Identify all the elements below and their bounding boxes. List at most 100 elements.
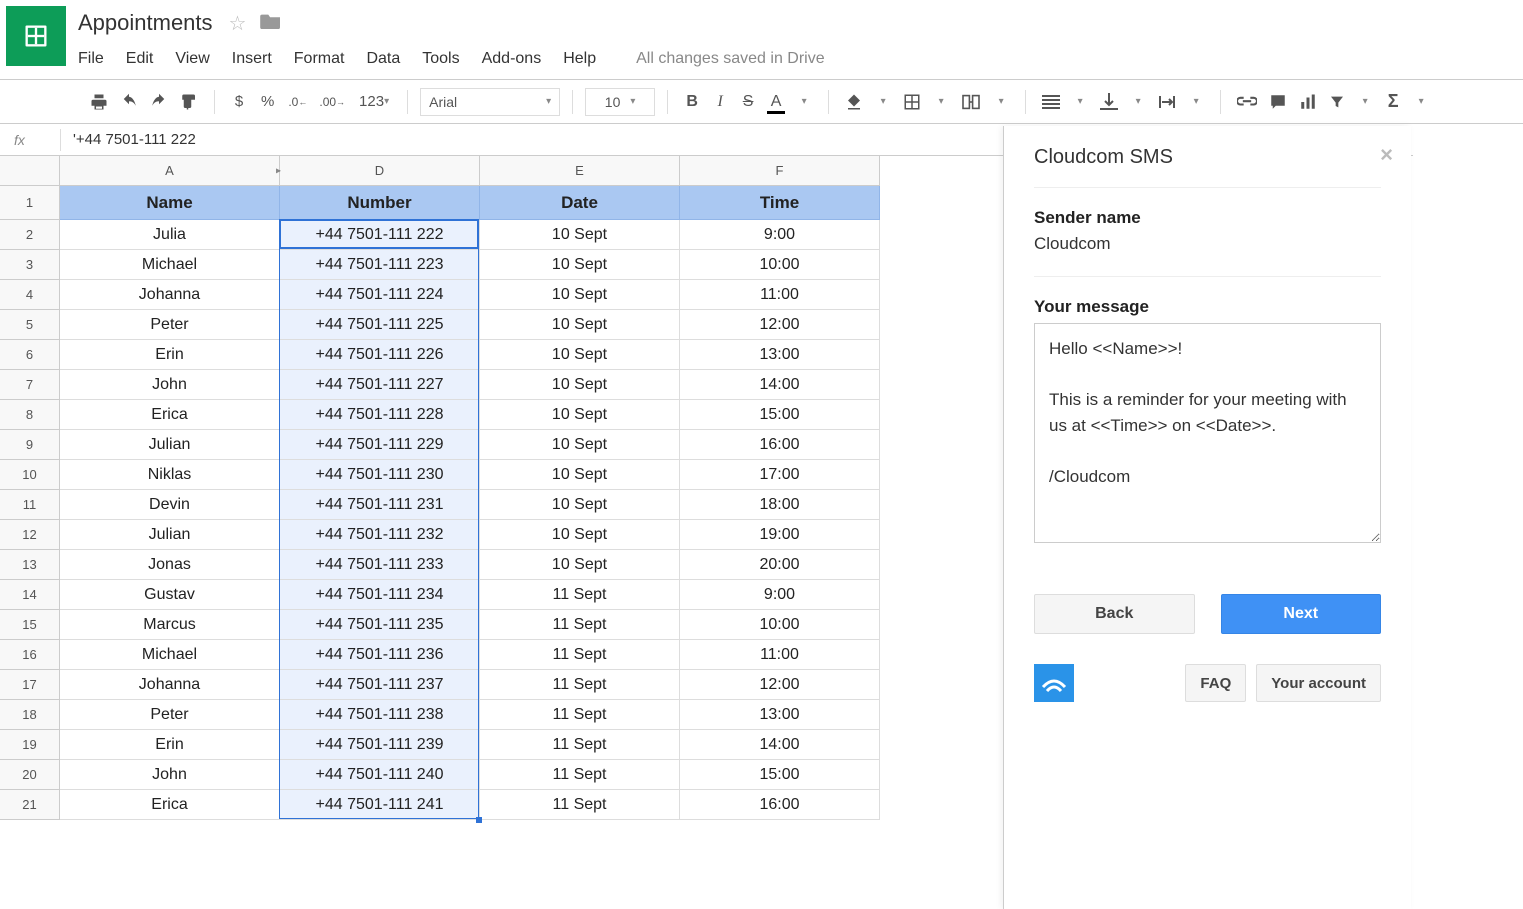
cell[interactable]: 9:00 [680, 220, 880, 250]
cell[interactable]: 15:00 [680, 760, 880, 790]
cell[interactable]: Johanna [60, 280, 280, 310]
borders-button[interactable] [899, 88, 925, 116]
vertical-align-button[interactable] [1096, 88, 1122, 116]
cell[interactable]: 11 Sept [480, 760, 680, 790]
menu-tools[interactable]: Tools [422, 50, 459, 68]
fill-color-dropdown[interactable]: ▾ [871, 88, 895, 116]
cell[interactable]: 20:00 [680, 550, 880, 580]
cell[interactable]: Julia [60, 220, 280, 250]
cell[interactable]: +44 7501-111 224 [280, 280, 480, 310]
star-icon[interactable]: ☆ [229, 11, 247, 36]
strikethrough-button[interactable]: S [736, 88, 760, 116]
cell[interactable]: 11 Sept [480, 580, 680, 610]
column-header-e[interactable]: E [480, 156, 680, 186]
menu-insert[interactable]: Insert [232, 50, 272, 68]
cell[interactable]: +44 7501-111 234 [280, 580, 480, 610]
cell[interactable]: 10 Sept [480, 550, 680, 580]
header-cell[interactable]: Date [480, 186, 680, 220]
row-header[interactable]: 16 [0, 640, 60, 670]
undo-icon[interactable] [116, 88, 142, 116]
cell[interactable]: 18:00 [680, 490, 880, 520]
functions-dropdown[interactable]: ▾ [1409, 88, 1433, 116]
format-percent-button[interactable]: % [255, 88, 280, 116]
cell[interactable]: 10 Sept [480, 340, 680, 370]
insert-link-icon[interactable] [1233, 88, 1261, 116]
column-header-d[interactable]: ▸ D [280, 156, 480, 186]
font-family-select[interactable]: Arial▾ [420, 88, 560, 116]
cell[interactable]: Niklas [60, 460, 280, 490]
row-header[interactable]: 3 [0, 250, 60, 280]
folder-icon[interactable] [260, 11, 282, 35]
cell[interactable]: +44 7501-111 230 [280, 460, 480, 490]
row-header[interactable]: 7 [0, 370, 60, 400]
row-header[interactable]: 15 [0, 610, 60, 640]
cell[interactable]: Marcus [60, 610, 280, 640]
increase-decimal-button[interactable]: .00→ [315, 88, 349, 116]
row-header[interactable]: 21 [0, 790, 60, 820]
cell[interactable]: Peter [60, 700, 280, 730]
filter-icon[interactable] [1325, 88, 1349, 116]
cell[interactable]: +44 7501-111 231 [280, 490, 480, 520]
cell[interactable]: 15:00 [680, 400, 880, 430]
cell[interactable]: 9:00 [680, 580, 880, 610]
row-header[interactable]: 14 [0, 580, 60, 610]
cell[interactable]: 11 Sept [480, 700, 680, 730]
cell[interactable]: +44 7501-111 241 [280, 790, 480, 820]
row-header[interactable]: 9 [0, 430, 60, 460]
your-account-button[interactable]: Your account [1256, 664, 1381, 702]
bold-button[interactable]: B [680, 88, 704, 116]
cell[interactable]: John [60, 370, 280, 400]
cell[interactable]: 13:00 [680, 340, 880, 370]
cell[interactable]: Julian [60, 430, 280, 460]
menu-format[interactable]: Format [294, 50, 345, 68]
cell[interactable]: +44 7501-111 237 [280, 670, 480, 700]
merge-cells-dropdown[interactable]: ▾ [989, 88, 1013, 116]
cell[interactable]: 10 Sept [480, 220, 680, 250]
vertical-align-dropdown[interactable]: ▾ [1126, 88, 1150, 116]
cell[interactable]: 19:00 [680, 520, 880, 550]
row-header[interactable]: 1 [0, 186, 60, 220]
cell[interactable]: Michael [60, 640, 280, 670]
horizontal-align-dropdown[interactable]: ▾ [1068, 88, 1092, 116]
menu-help[interactable]: Help [563, 50, 596, 68]
header-cell[interactable]: Time [680, 186, 880, 220]
cell[interactable]: +44 7501-111 223 [280, 250, 480, 280]
text-color-button[interactable]: A [764, 88, 788, 116]
menu-addons[interactable]: Add-ons [482, 50, 542, 68]
cell[interactable]: Peter [60, 310, 280, 340]
formula-input[interactable]: '+44 7501-111 222 [73, 131, 196, 148]
font-size-select[interactable]: 10▾ [585, 88, 655, 116]
cell[interactable]: 16:00 [680, 430, 880, 460]
cell[interactable]: 16:00 [680, 790, 880, 820]
cell[interactable]: 10 Sept [480, 280, 680, 310]
faq-button[interactable]: FAQ [1185, 664, 1246, 702]
cell[interactable]: John [60, 760, 280, 790]
print-icon[interactable] [86, 88, 112, 116]
menu-view[interactable]: View [175, 50, 209, 68]
cell[interactable]: 17:00 [680, 460, 880, 490]
cell[interactable]: +44 7501-111 228 [280, 400, 480, 430]
insert-chart-icon[interactable] [1295, 88, 1321, 116]
cell[interactable]: Julian [60, 520, 280, 550]
header-cell[interactable]: Name [60, 186, 280, 220]
row-header[interactable]: 20 [0, 760, 60, 790]
cell[interactable]: Erin [60, 730, 280, 760]
close-icon[interactable]: × [1380, 142, 1393, 168]
filter-dropdown[interactable]: ▾ [1353, 88, 1377, 116]
cell[interactable]: 10:00 [680, 610, 880, 640]
cell[interactable]: Jonas [60, 550, 280, 580]
row-header[interactable]: 2 [0, 220, 60, 250]
header-cell[interactable]: Number [280, 186, 480, 220]
row-header[interactable]: 12 [0, 520, 60, 550]
next-button[interactable]: Next [1221, 594, 1382, 634]
row-header[interactable]: 18 [0, 700, 60, 730]
cell[interactable]: Johanna [60, 670, 280, 700]
redo-icon[interactable] [146, 88, 172, 116]
cell[interactable]: 11:00 [680, 640, 880, 670]
number-format-button[interactable]: 123 ▾ [353, 88, 395, 116]
row-header[interactable]: 8 [0, 400, 60, 430]
cell[interactable]: 10 Sept [480, 520, 680, 550]
cell[interactable]: +44 7501-111 238 [280, 700, 480, 730]
cell[interactable]: +44 7501-111 232 [280, 520, 480, 550]
cell[interactable]: 13:00 [680, 700, 880, 730]
